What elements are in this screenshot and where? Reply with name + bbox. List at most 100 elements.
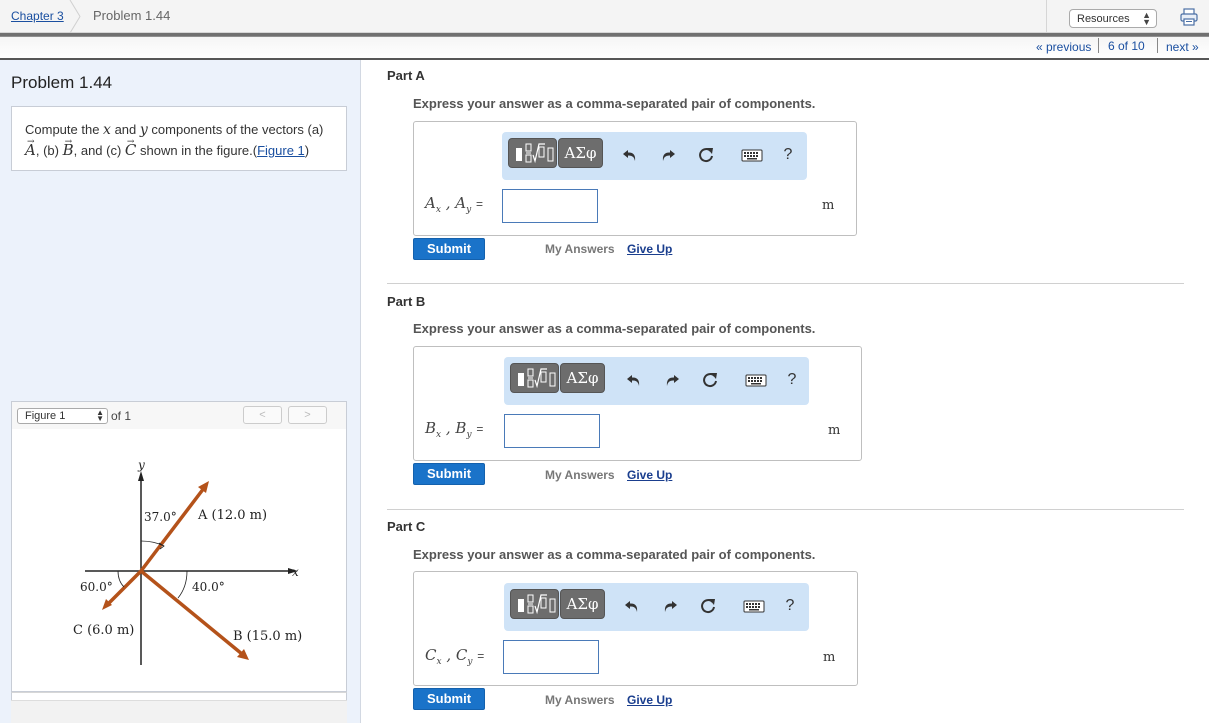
figure-count: of 1 xyxy=(111,409,132,423)
math-toolbar: ΑΣφ ? xyxy=(502,132,807,180)
nav-band xyxy=(0,33,1209,36)
vector-c-label: C (6.0 m) xyxy=(73,623,134,638)
vector-a-line xyxy=(139,486,206,573)
statement-text: , (b) xyxy=(35,143,63,158)
part-a-instruction: Express your answer as a comma-separated… xyxy=(413,96,816,111)
redo-icon[interactable] xyxy=(659,146,677,164)
nav-bar-bg xyxy=(0,33,1209,58)
part-b-unit: m xyxy=(828,423,841,438)
part-b-answer-input[interactable] xyxy=(504,414,600,448)
x-axis-label: x xyxy=(292,565,299,579)
reset-icon[interactable] xyxy=(701,371,719,389)
var-y: y xyxy=(139,122,148,138)
var-name: B xyxy=(455,419,467,437)
part-b-instruction: Express your answer as a comma-separated… xyxy=(413,321,816,336)
greek-symbols-button[interactable]: ΑΣφ xyxy=(560,589,605,619)
statement-text: and xyxy=(110,122,140,137)
divider xyxy=(1098,38,1099,53)
vector-figure: y x 37.0° A (12.0 m) 40.0° B (15.0 m) 60… xyxy=(73,458,302,665)
part-b-answer-box: ΑΣφ ? Bx , By = m xyxy=(413,346,862,461)
figure-toolbar: Figure 1 ▲ ▼ of 1 < > xyxy=(11,401,347,430)
undo-icon[interactable] xyxy=(621,146,639,164)
part-c-unit: m xyxy=(823,650,836,665)
keyboard-icon[interactable] xyxy=(741,146,763,164)
math-toolbar: ΑΣφ ? xyxy=(504,583,809,631)
breadcrumb-problem: Problem 1.44 xyxy=(93,8,171,23)
template-icon xyxy=(518,368,556,389)
updown-arrow-icon: ▲ ▼ xyxy=(96,408,104,423)
greek-symbols-button[interactable]: ΑΣφ xyxy=(560,363,605,393)
resources-dropdown[interactable]: Resources ▲ ▼ xyxy=(1069,9,1157,28)
figure-select[interactable]: Figure 1 ▲ ▼ xyxy=(17,408,108,424)
greek-symbols-button[interactable]: ΑΣφ xyxy=(558,138,603,168)
part-b-submit-button[interactable]: Submit xyxy=(413,463,485,485)
part-c-submit-button[interactable]: Submit xyxy=(413,688,485,710)
part-b-my-answers-link[interactable]: My Answers xyxy=(545,468,615,482)
help-icon[interactable]: ? xyxy=(781,597,799,615)
divider xyxy=(1046,0,1047,33)
item-position: 6 of 10 xyxy=(1108,39,1145,53)
vector-a-label: A (12.0 m) xyxy=(197,508,267,523)
keyboard-icon[interactable] xyxy=(745,371,767,389)
part-a-answer-box: ΑΣφ ? Ax , Ay = m xyxy=(413,121,857,236)
breadcrumb-separator-icon xyxy=(69,0,81,33)
vector-a: A xyxy=(25,141,36,159)
vector-c: C xyxy=(125,141,136,159)
vector-b: B xyxy=(63,141,74,159)
y-axis-label: y xyxy=(137,458,145,472)
template-icon xyxy=(516,143,554,164)
part-c-answer-box: ΑΣφ ? Cx , Cy = m xyxy=(413,571,858,686)
angle-c-label: 60.0° xyxy=(80,580,113,594)
figure-area: y x 37.0° A (12.0 m) 40.0° B (15.0 m) 60… xyxy=(11,429,347,692)
part-c-answer-input[interactable] xyxy=(503,640,599,674)
redo-icon[interactable] xyxy=(663,371,681,389)
help-icon[interactable]: ? xyxy=(783,371,801,389)
figure-link[interactable]: Figure 1 xyxy=(257,143,305,158)
problem-title: Problem 1.44 xyxy=(11,73,113,92)
part-a-answer-input[interactable] xyxy=(502,189,598,223)
math-toolbar: ΑΣφ ? xyxy=(504,357,809,405)
angle-c-arc xyxy=(117,570,125,588)
part-b-label: Part B xyxy=(387,294,426,309)
reset-icon[interactable] xyxy=(697,146,715,164)
part-a-my-answers-link[interactable]: My Answers xyxy=(545,242,615,256)
part-c-my-answers-link[interactable]: My Answers xyxy=(545,693,615,707)
statement-text: components of the vectors (a) xyxy=(147,122,324,137)
problem-panel: Problem 1.44 Compute the x and y compone… xyxy=(0,60,361,723)
undo-icon[interactable] xyxy=(623,597,641,615)
divider xyxy=(1157,38,1158,53)
part-b-give-up-link[interactable]: Give Up xyxy=(627,468,672,482)
reset-icon[interactable] xyxy=(699,597,717,615)
var-name: A xyxy=(455,194,467,212)
figure-prev-button[interactable]: < xyxy=(243,406,282,424)
template-button[interactable] xyxy=(510,363,559,393)
part-a-submit-button[interactable]: Submit xyxy=(413,238,485,260)
previous-link[interactable]: « previous xyxy=(1036,40,1091,54)
template-button[interactable] xyxy=(510,589,559,619)
part-c-give-up-link[interactable]: Give Up xyxy=(627,693,672,707)
next-link[interactable]: next » xyxy=(1166,40,1199,54)
part-a-unit: m xyxy=(822,198,835,213)
part-divider xyxy=(387,283,1184,284)
statement-text: , and (c) xyxy=(73,143,125,158)
problem-statement: Compute the x and y components of the ve… xyxy=(11,106,347,171)
part-a-give-up-link[interactable]: Give Up xyxy=(627,242,672,256)
print-icon[interactable] xyxy=(1180,8,1198,26)
part-c-label: Part C xyxy=(387,519,426,534)
keyboard-icon[interactable] xyxy=(743,597,765,615)
y-axis-arrow-icon xyxy=(138,471,144,481)
part-divider xyxy=(387,509,1184,510)
var-name: C xyxy=(425,646,437,664)
part-a-label: Part A xyxy=(387,68,425,83)
figure-next-button[interactable]: > xyxy=(288,406,327,424)
statement-text: ) xyxy=(304,143,310,158)
breadcrumb-chapter-link[interactable]: Chapter 3 xyxy=(11,9,64,23)
var-name: A xyxy=(425,194,436,212)
angle-b-label: 40.0° xyxy=(192,580,225,594)
undo-icon[interactable] xyxy=(625,371,643,389)
template-button[interactable] xyxy=(508,138,557,168)
help-icon[interactable]: ? xyxy=(779,146,797,164)
part-a-equation-label: Ax , Ay = xyxy=(425,194,483,215)
top-bar: Chapter 3 Problem 1.44 Resources ▲ ▼ xyxy=(0,0,1209,33)
redo-icon[interactable] xyxy=(661,597,679,615)
